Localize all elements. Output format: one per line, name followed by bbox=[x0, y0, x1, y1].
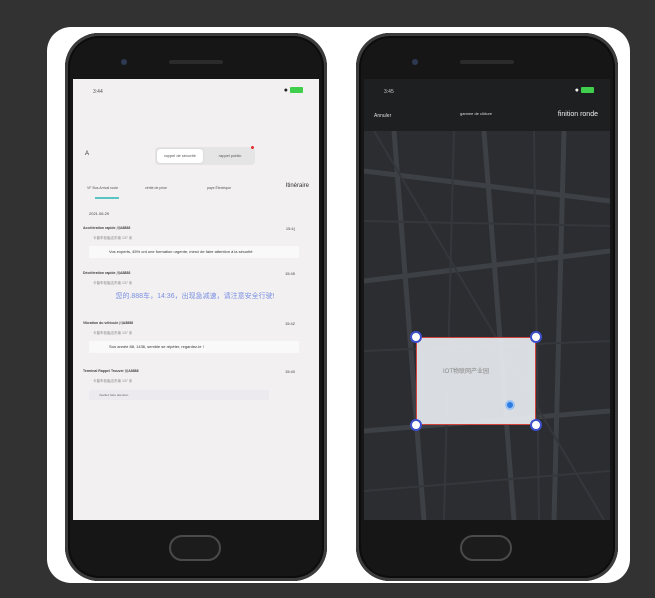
wifi-icon: ● bbox=[283, 87, 288, 94]
alert-time: 15:4( bbox=[285, 226, 295, 231]
tab-bus-arrival[interactable]: VF Bus Arrival route bbox=[87, 186, 118, 190]
finish-round-button[interactable]: finition ronde bbox=[558, 111, 598, 118]
alert-location: 卡普车轮胎店东南 137 米 bbox=[93, 236, 133, 240]
itinerary-button[interactable]: Itinéraire bbox=[286, 183, 309, 189]
cancel-button[interactable]: Annuler bbox=[374, 113, 391, 119]
active-tab-indicator bbox=[95, 197, 119, 199]
alert-location: 卡普车轮胎店东南 137 米 bbox=[93, 281, 133, 285]
fence-range-title: gamme de clôture bbox=[460, 111, 493, 116]
alert-time: 15:45 bbox=[284, 271, 295, 276]
alert-message: Vos experts, 45% ont une formation urgen… bbox=[89, 246, 299, 258]
resize-handle-top-left[interactable] bbox=[410, 331, 422, 343]
battery-icon bbox=[290, 87, 303, 94]
segment-security-reminder[interactable]: rappel de sécurité bbox=[157, 149, 203, 163]
alert-location: 卡普车轮胎店东南 137 米 bbox=[93, 379, 133, 383]
selection-place-label: IOT物联网产业园 bbox=[443, 369, 489, 375]
map-view[interactable] bbox=[364, 130, 610, 520]
alert-title: Décélération rapide 川A8888 bbox=[83, 271, 131, 275]
filter-tabs: VF Bus Arrival route vérité de prise pay… bbox=[73, 179, 319, 199]
left-screen: 3:44 ● A rappel de sécurité rappel publi… bbox=[73, 79, 319, 520]
battery-icon bbox=[581, 87, 594, 94]
list-date: 2021.06.29 bbox=[89, 211, 110, 216]
map-header: Annuler gamme de clôture finition ronde bbox=[364, 101, 610, 131]
right-phone: 3:45 ● Annuler gamme de clôture finition… bbox=[356, 33, 618, 581]
reminder-segment-control[interactable]: rappel de sécurité rappel public bbox=[155, 146, 255, 165]
map-roads bbox=[364, 130, 610, 520]
alert-location: 卡普车轮胎店东南 137 米 bbox=[93, 331, 133, 335]
status-time: 3:44 bbox=[93, 89, 103, 95]
speaker-grille bbox=[169, 60, 223, 64]
back-button[interactable]: A bbox=[85, 151, 89, 157]
front-camera bbox=[121, 59, 127, 65]
right-screen: 3:45 ● Annuler gamme de clôture finition… bbox=[364, 79, 610, 520]
resize-handle-bottom-left[interactable] bbox=[410, 419, 422, 431]
status-icons: ● bbox=[575, 87, 594, 94]
speaker-grille bbox=[460, 60, 514, 64]
alert-message: Son année 88, 1436, semble se répéter, r… bbox=[89, 341, 299, 353]
alert-title: Vibration du véhicule 川A8888 bbox=[83, 321, 134, 325]
alert-time: 15:40 bbox=[284, 369, 295, 374]
alert-time: 15:42 bbox=[284, 321, 295, 326]
alert-title: Terminal Rappel Trouver 川A8888 bbox=[83, 369, 139, 373]
alert-message: 您的.888车，14:36，出现急减速，请注意安全行驶! bbox=[115, 293, 275, 300]
status-bar: 3:44 ● bbox=[73, 79, 319, 101]
fence-selection-area[interactable]: IOT物联网产业园 bbox=[416, 337, 536, 425]
tab-electrique[interactable]: paye Électrique bbox=[207, 186, 231, 190]
home-button[interactable] bbox=[460, 535, 512, 561]
alert-message: Veuillez faire attention bbox=[89, 390, 269, 400]
alert-title: Accélération rapide 川A8888 bbox=[83, 226, 131, 230]
status-time: 3:45 bbox=[384, 89, 394, 95]
status-bar: 3:45 ● bbox=[364, 79, 610, 101]
wifi-icon: ● bbox=[574, 87, 579, 94]
resize-handle-bottom-right[interactable] bbox=[530, 419, 542, 431]
status-icons: ● bbox=[284, 87, 303, 94]
home-button[interactable] bbox=[169, 535, 221, 561]
tab-verite[interactable]: vérité de prise bbox=[145, 186, 167, 190]
left-phone: 3:44 ● A rappel de sécurité rappel publi… bbox=[65, 33, 327, 581]
location-marker-icon bbox=[505, 400, 515, 410]
front-camera bbox=[412, 59, 418, 65]
resize-handle-top-right[interactable] bbox=[530, 331, 542, 343]
segment-public-reminder[interactable]: rappel public bbox=[207, 149, 253, 163]
